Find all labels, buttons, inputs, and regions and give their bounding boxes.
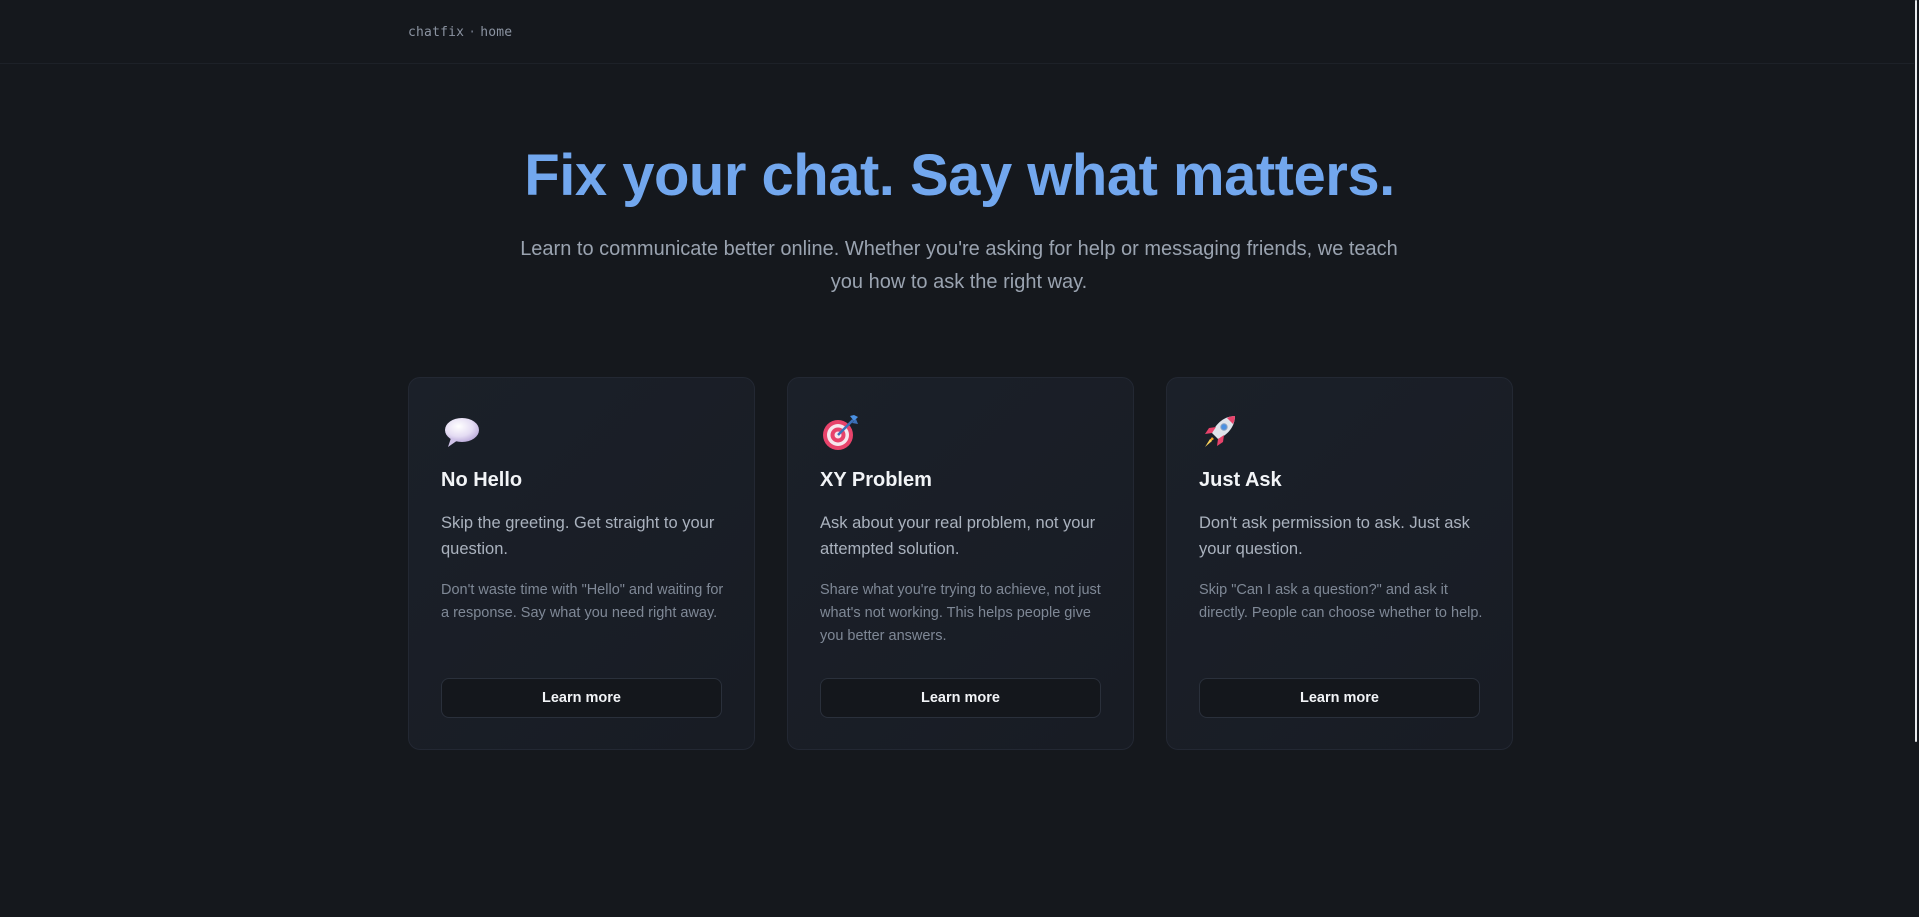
learn-more-button[interactable]: Learn more	[441, 678, 722, 718]
feature-cards: No Hello Skip the greeting. Get straight…	[408, 377, 1513, 750]
card-lead: Don't ask permission to ask. Just ask yo…	[1199, 514, 1470, 558]
card-lead: Skip the greeting. Get straight to your …	[441, 514, 715, 558]
breadcrumb-site[interactable]: chatfix	[408, 25, 464, 40]
speech-bubble-icon	[441, 412, 481, 452]
breadcrumb-page: home	[480, 25, 513, 40]
breadcrumb-separator: ·	[468, 25, 477, 40]
target-icon	[820, 412, 860, 452]
card-no-hello: No Hello Skip the greeting. Get straight…	[408, 377, 755, 750]
scrollbar[interactable]	[1914, 0, 1919, 917]
rocket-icon	[1199, 412, 1239, 452]
breadcrumb: chatfix · home	[408, 25, 512, 40]
card-description: Skip "Can I ask a question?" and ask it …	[1199, 582, 1483, 621]
scrollbar-thumb[interactable]	[1915, 0, 1917, 742]
card-description: Share what you're trying to achieve, not…	[820, 582, 1101, 644]
card-just-ask: Just Ask Don't ask permission to ask. Ju…	[1166, 377, 1513, 750]
top-bar: chatfix · home	[0, 0, 1914, 64]
card-title: No Hello	[441, 469, 523, 491]
card-xy-problem: XY Problem Ask about your real problem, …	[787, 377, 1134, 750]
learn-more-button[interactable]: Learn more	[1199, 678, 1480, 718]
card-lead: Ask about your real problem, not your at…	[820, 514, 1096, 558]
card-description: Don't waste time with "Hello" and waitin…	[441, 582, 724, 621]
hero-subtitle: Learn to communicate better online. Whet…	[520, 238, 1398, 293]
learn-more-button[interactable]: Learn more	[820, 678, 1101, 718]
hero-title: Fix your chat. Say what matters.	[524, 143, 1395, 208]
page: chatfix · home Fix your chat. Say what mat…	[0, 0, 1919, 917]
card-title: Just Ask	[1199, 469, 1282, 491]
card-title: XY Problem	[820, 469, 932, 491]
